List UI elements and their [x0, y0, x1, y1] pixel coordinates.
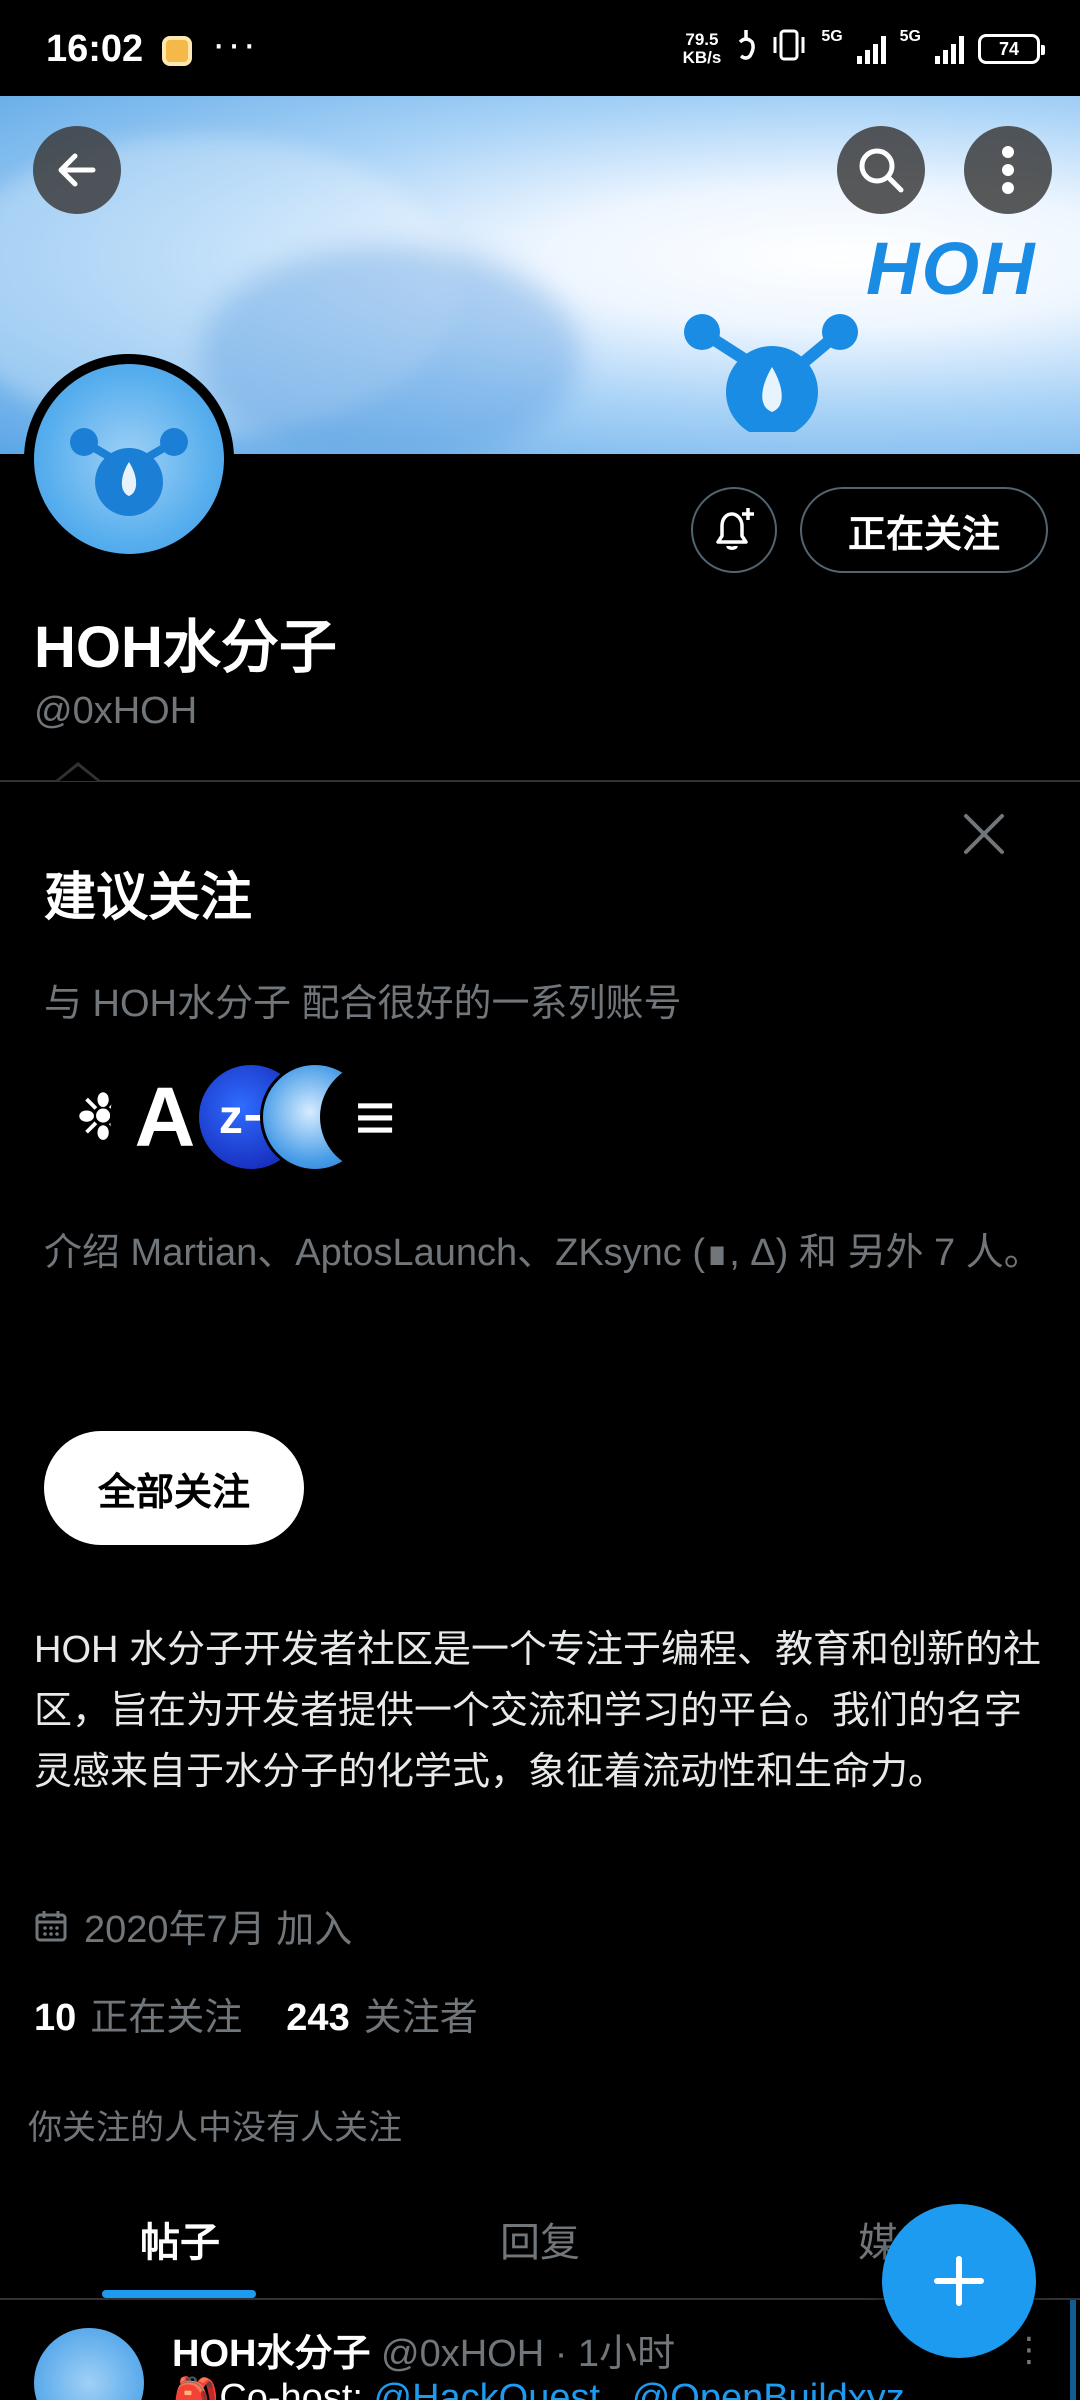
more-options-button[interactable]: [964, 126, 1052, 214]
status-bar: 16:02 ··· 79.5 KB/s 5G 5G 74: [0, 0, 1080, 96]
calendar-icon: [35, 1910, 67, 1941]
tweet-handle-time: @0xHOH · 1小时: [381, 2333, 676, 2375]
signal-bars-1-icon: [856, 34, 886, 64]
section-divider: [0, 780, 1080, 782]
suggested-avatars[interactable]: ❉ A z➔ ≡: [48, 1062, 430, 1182]
more-vertical-icon: [1002, 146, 1014, 194]
nfc-icon: [735, 28, 757, 70]
bell-plus-icon: [716, 508, 754, 550]
vibrate-icon: [771, 29, 807, 69]
signal-5g-label-2: 5G: [899, 28, 921, 45]
suggestions-subtitle: 与 HOH水分子 配合很好的一系列账号: [44, 983, 682, 1025]
status-time: 16:02: [46, 28, 144, 70]
followers-stat[interactable]: 243 关注者: [286, 1986, 477, 2041]
mention-link-2[interactable]: @OpenBuildxyz: [632, 2377, 905, 2400]
search-button[interactable]: [837, 126, 925, 214]
compose-post-button[interactable]: [882, 2204, 1036, 2358]
followers-count: 243: [286, 1997, 350, 2039]
notifications-bell-button[interactable]: [691, 487, 777, 573]
join-date: 2020年7月 加入: [34, 1898, 352, 1953]
battery-icon: 74: [978, 34, 1045, 64]
banner-logo-text: HOH: [866, 227, 1037, 310]
battery-level: 74: [998, 38, 1020, 59]
search-icon: [859, 148, 904, 193]
mutual-followers-note: 你关注的人中没有人关注: [28, 2109, 402, 2147]
signal-bars-2-icon: [935, 34, 964, 64]
active-tab-indicator: [102, 2290, 256, 2298]
profile-bio: HOH 水分子开发者社区是一个专注于编程、教育和创新的社区，旨在为开发者提供一个…: [34, 1629, 1042, 1793]
back-button[interactable]: [33, 126, 121, 214]
followers-label: 关注者: [363, 1997, 478, 2039]
tweet-header: HOH水分子 @0xHOH · 1小时: [172, 2322, 675, 2377]
tweet-text-prefix: 🎒Co-host:: [172, 2377, 374, 2400]
signal-5g-label-1: 5G: [821, 28, 843, 45]
display-name: HOH水分子: [34, 615, 337, 680]
network-speed-unit: KB/s: [682, 48, 722, 67]
plus-icon: [934, 2256, 984, 2306]
suggestions-description: 介绍 Martian、AptosLaunch、ZKsync (∎, Δ) 和 另…: [44, 1232, 1042, 1274]
hoh-avatar-logo-icon: [70, 428, 188, 516]
tweet-author-name: HOH水分子: [172, 2333, 371, 2375]
following-label: 正在关注: [90, 1997, 243, 2039]
join-date-text: 2020年7月 加入: [84, 1909, 353, 1951]
mention-link-1[interactable]: @HackQuest_: [374, 2377, 622, 2400]
status-icons: 79.5 KB/s 5G 5G 74: [683, 28, 1045, 70]
close-icon: [964, 814, 1004, 854]
tab-posts[interactable]: 帖子: [140, 2210, 220, 2268]
tab-replies[interactable]: 回复: [500, 2210, 580, 2268]
network-speed: 79.5 KB/s: [683, 31, 722, 67]
close-suggestions-button[interactable]: [956, 806, 1012, 862]
stack-avatar: ≡: [320, 1062, 430, 1172]
follow-stats: 10 正在关注 243 关注者: [34, 1986, 478, 2041]
following-button[interactable]: 正在关注: [800, 487, 1048, 573]
follow-all-button[interactable]: 全部关注: [44, 1431, 304, 1545]
suggestions-title: 建议关注: [44, 869, 253, 927]
profile-avatar[interactable]: [24, 354, 234, 564]
following-count: 10: [34, 1997, 77, 2039]
scroll-indicator: [1070, 2300, 1076, 2400]
user-handle: @0xHOH: [34, 690, 198, 732]
more-notifications-icon: ···: [212, 22, 258, 66]
following-stat[interactable]: 10 正在关注: [34, 1986, 242, 2041]
tweet-text: 🎒Co-host: @HackQuest_ @OpenBuildxyz: [172, 2376, 905, 2400]
notification-app-icon: [162, 36, 192, 66]
tweet-more-icon[interactable]: ⋮: [1012, 2330, 1046, 2370]
tweet-avatar[interactable]: [34, 2328, 144, 2400]
network-speed-value: 79.5: [685, 30, 719, 49]
arrow-left-icon: [58, 153, 96, 187]
